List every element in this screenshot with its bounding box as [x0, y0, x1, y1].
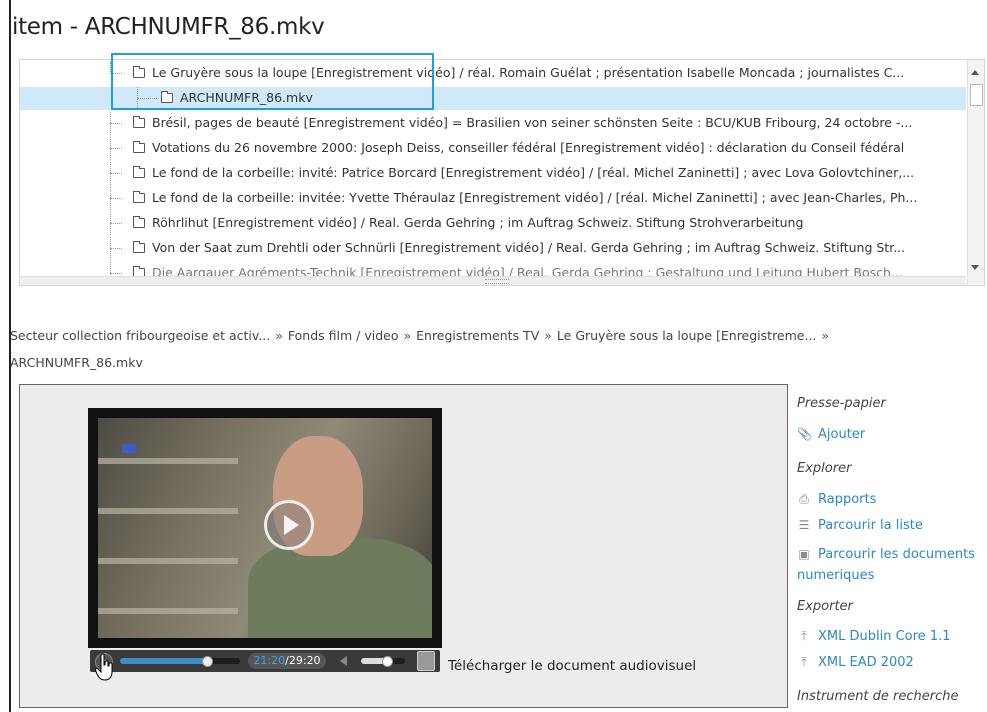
breadcrumb-separator: » — [403, 328, 412, 343]
tree-connector — [110, 273, 122, 274]
tree-item-rohrlihut[interactable]: Röhrlihut [Enregistrement vidéo] / Real.… — [20, 212, 966, 235]
time-display: 21:20/29:20 — [248, 653, 326, 669]
tree-item-label: Brésil, pages de beauté [Enregistrement … — [152, 115, 913, 130]
breadcrumb-item[interactable]: Secteur collection fribourgeoise et acti… — [10, 328, 270, 343]
resize-grip-icon[interactable] — [485, 279, 509, 284]
breadcrumb-item[interactable]: Le Gruyère sous la loupe [Enregistreme..… — [557, 328, 817, 343]
tree-item-votations[interactable]: Votations du 26 novembre 2000: Joseph De… — [20, 137, 966, 160]
browse-digital-objects-link[interactable]: ▣ Parcourir les documents numeriques — [797, 544, 985, 586]
seek-handle[interactable] — [202, 656, 214, 667]
breadcrumb-current: ARCHNUMFR_86.mkv — [10, 355, 143, 370]
tree-item-corbeille-borcard[interactable]: Le fond de la corbeille: invité: Patrice… — [20, 162, 966, 185]
tree-item-saat[interactable]: Von der Saat zum Drehtli oder Schnürli [… — [20, 237, 966, 260]
folder-icon — [133, 116, 145, 128]
reports-link[interactable]: ⎙ Rapports — [797, 492, 876, 507]
download-audiovisual-link[interactable]: Télécharger le document audiovisuel — [448, 658, 696, 674]
tree-item-label: Votations du 26 novembre 2000: Joseph De… — [152, 140, 905, 155]
volume-handle[interactable] — [382, 656, 394, 667]
tree-item-label: Le fond de la corbeille: invitée: Yvette… — [152, 190, 918, 205]
video-subject-body — [248, 538, 432, 638]
current-time: 21:20 — [253, 654, 286, 667]
printer-icon: ⎙ — [799, 492, 809, 506]
tree-item-corbeille-theraulaz[interactable]: Le fond de la corbeille: invitée: Yvette… — [20, 187, 966, 210]
image-icon: ▣ — [798, 547, 810, 561]
list-icon: ☰ — [798, 518, 810, 532]
tree-item-label: Le fond de la corbeille: invité: Patrice… — [152, 165, 915, 180]
tree-item-label: Von der Saat zum Drehtli oder Schnürli [… — [152, 240, 906, 255]
breadcrumb: Secteur collection fribourgeoise et acti… — [10, 322, 970, 376]
breadcrumb-separator: » — [544, 328, 552, 343]
xml-ead-link[interactable]: ⤒ XML EAD 2002 — [797, 655, 914, 670]
hand-cursor-icon — [95, 653, 113, 681]
sidebar-heading-finding-aid: Instrument de recherche — [797, 689, 959, 704]
browse-list-link[interactable]: ☰ Parcourir la liste — [797, 518, 923, 533]
scrollbar-thumb[interactable] — [970, 84, 983, 106]
page-title: item - ARCHNUMFR_86.mkv — [12, 14, 325, 40]
breadcrumb-separator: » — [275, 328, 283, 343]
tv-logo-icon — [122, 444, 136, 453]
folder-icon — [133, 166, 145, 178]
folder-icon — [133, 241, 145, 253]
video-player[interactable] — [88, 408, 442, 648]
tree-connector — [110, 173, 122, 174]
add-to-clipboard-link[interactable]: 📎 Ajouter — [797, 427, 865, 442]
tree-connector — [110, 198, 122, 199]
tree-connector — [110, 123, 122, 124]
tree-item-label: Röhrlihut [Enregistrement vidéo] / Real.… — [152, 215, 804, 230]
tree-item-label: Die Aargauer Agréments-Technik [Enregist… — [152, 265, 903, 276]
folder-icon — [133, 191, 145, 203]
tree-connector — [110, 148, 122, 149]
xml-dublin-core-link[interactable]: ⤒ XML Dublin Core 1.1 — [797, 629, 950, 644]
tree-connector — [110, 248, 122, 249]
volume-icon[interactable] — [340, 656, 347, 666]
selection-highlight-box — [111, 53, 434, 110]
seek-bar[interactable] — [120, 658, 240, 664]
seek-progress — [120, 658, 208, 664]
breadcrumb-item[interactable]: Fonds film / video — [288, 328, 399, 343]
tree-item-aargauer[interactable]: Die Aargauer Agréments-Technik [Enregist… — [20, 262, 966, 276]
tree-vertical-scrollbar[interactable] — [967, 60, 984, 285]
play-overlay-icon[interactable] — [264, 500, 314, 550]
fullscreen-button[interactable] — [417, 651, 435, 671]
sidebar-heading-export: Exporter — [797, 599, 853, 614]
tree-item-bresil[interactable]: Brésil, pages de beauté [Enregistrement … — [20, 112, 966, 135]
tree-horizontal-scrollbar[interactable] — [20, 276, 966, 285]
scroll-up-icon[interactable] — [971, 70, 979, 75]
folder-icon — [133, 141, 145, 153]
tree-connector — [110, 223, 122, 224]
folder-icon — [133, 216, 145, 228]
total-time: 29:20 — [288, 654, 321, 667]
video-controls: 21:20/29:20 — [90, 650, 440, 672]
breadcrumb-item[interactable]: Enregistrements TV — [416, 328, 539, 343]
upload-icon: ⤒ — [801, 655, 807, 669]
sidebar-heading-explorer: Explorer — [797, 461, 852, 476]
folder-icon — [133, 266, 145, 276]
upload-icon: ⤒ — [801, 629, 807, 643]
paperclip-icon: 📎 — [797, 427, 812, 441]
scroll-down-icon[interactable] — [971, 265, 979, 270]
sidebar-heading-clipboard: Presse-papier — [797, 396, 886, 411]
breadcrumb-separator: » — [821, 328, 830, 343]
